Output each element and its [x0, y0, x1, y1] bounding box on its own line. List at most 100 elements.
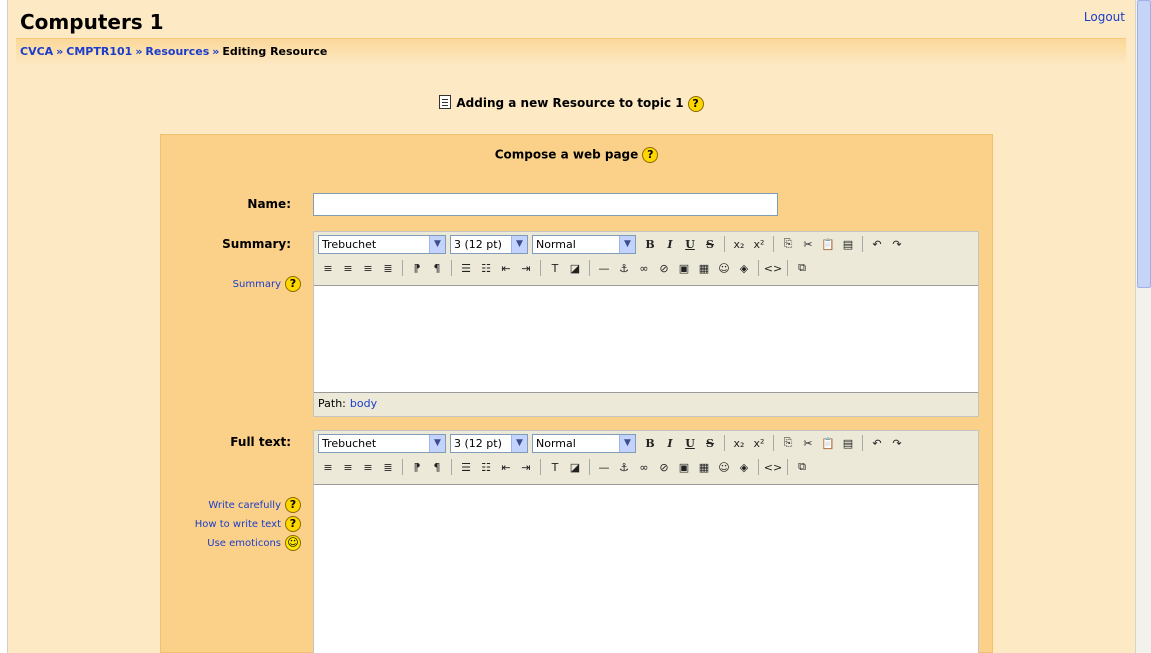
unordered-list-icon[interactable]: ☷: [476, 258, 496, 278]
table-icon[interactable]: ▦: [694, 457, 714, 477]
html-source-icon[interactable]: <>: [763, 457, 783, 477]
bold-icon[interactable]: B: [640, 433, 660, 453]
breadcrumb-cvca[interactable]: CVCA: [20, 45, 53, 58]
size-select[interactable]: 3 (12 pt) ▼: [450, 433, 528, 453]
site-title: Computers 1: [20, 10, 164, 34]
help-icon[interactable]: ?: [285, 516, 301, 532]
how-to-write-link[interactable]: How to write text: [195, 519, 281, 530]
redo-icon[interactable]: ↷: [887, 433, 907, 453]
redo-icon[interactable]: ↷: [887, 234, 907, 254]
write-carefully-link[interactable]: Write carefully: [208, 500, 281, 511]
name-input[interactable]: [313, 193, 778, 216]
ltr-icon[interactable]: ⁋: [407, 457, 427, 477]
paste-icon[interactable]: 📋: [818, 234, 838, 254]
html-source-icon[interactable]: <>: [763, 258, 783, 278]
align-center-icon[interactable]: ≡: [338, 258, 358, 278]
superscript-icon[interactable]: x²: [749, 234, 769, 254]
summary-help-link[interactable]: Summary: [233, 279, 281, 290]
rtl-icon[interactable]: ¶: [427, 258, 447, 278]
cut-icon[interactable]: ✂: [798, 433, 818, 453]
size-select-value: 3 (12 pt): [454, 237, 502, 251]
toolbar-divider: [787, 260, 788, 276]
anchor-icon[interactable]: ⚓: [614, 457, 634, 477]
background-color-icon[interactable]: ◪: [565, 457, 585, 477]
help-icon[interactable]: ?: [285, 276, 301, 292]
size-select[interactable]: 3 (12 pt) ▼: [450, 234, 528, 254]
image-icon[interactable]: ▣: [674, 258, 694, 278]
help-icon[interactable]: ?: [285, 497, 301, 513]
strikethrough-icon[interactable]: S: [700, 234, 720, 254]
undo-icon[interactable]: ↶: [867, 433, 887, 453]
fullscreen-icon[interactable]: ⧉: [792, 258, 812, 278]
superscript-icon[interactable]: x²: [749, 433, 769, 453]
vertical-scrollbar[interactable]: [1135, 0, 1151, 653]
underline-icon[interactable]: U: [680, 433, 700, 453]
summary-edit-area[interactable]: [314, 285, 978, 393]
anchor-icon[interactable]: ⚓: [614, 258, 634, 278]
bold-icon[interactable]: B: [640, 234, 660, 254]
breadcrumb-course[interactable]: CMPTR101: [66, 45, 132, 58]
paste-icon[interactable]: 📋: [818, 433, 838, 453]
unlink-icon[interactable]: ⊘: [654, 258, 674, 278]
subscript-icon[interactable]: x₂: [729, 234, 749, 254]
breadcrumb-resources[interactable]: Resources: [145, 45, 209, 58]
smiley-icon[interactable]: ☺: [285, 535, 301, 551]
page-body: Computers 1 Logout CVCA» CMPTR101» Resourc…: [8, 0, 1135, 653]
align-left-icon[interactable]: ≡: [318, 457, 338, 477]
italic-icon[interactable]: I: [660, 234, 680, 254]
strikethrough-icon[interactable]: S: [700, 433, 720, 453]
align-center-icon[interactable]: ≡: [338, 457, 358, 477]
smiley-icon[interactable]: ☺: [714, 258, 734, 278]
background-color-icon[interactable]: ◪: [565, 258, 585, 278]
fullscreen-icon[interactable]: ⧉: [792, 457, 812, 477]
indent-icon[interactable]: ⇥: [516, 457, 536, 477]
copy-icon[interactable]: ⎘: [778, 433, 798, 453]
style-select[interactable]: Normal ▼: [532, 234, 636, 254]
outdent-icon[interactable]: ⇤: [496, 457, 516, 477]
undo-icon[interactable]: ↶: [867, 234, 887, 254]
subscript-icon[interactable]: x₂: [729, 433, 749, 453]
style-select[interactable]: Normal ▼: [532, 433, 636, 453]
special-char-icon[interactable]: ◈: [734, 258, 754, 278]
toolbar-divider: [724, 236, 725, 252]
text-color-icon[interactable]: T: [545, 258, 565, 278]
help-icon[interactable]: ?: [687, 95, 704, 112]
link-icon[interactable]: ∞: [634, 258, 654, 278]
scrollbar-thumb[interactable]: [1137, 0, 1151, 288]
path-value[interactable]: body: [350, 397, 377, 410]
text-color-icon[interactable]: T: [545, 457, 565, 477]
justify-icon[interactable]: ≣: [378, 258, 398, 278]
link-icon[interactable]: ∞: [634, 457, 654, 477]
unordered-list-icon[interactable]: ☷: [476, 457, 496, 477]
horizontal-rule-icon[interactable]: —: [594, 258, 614, 278]
fulltext-edit-area[interactable]: [314, 484, 978, 653]
align-right-icon[interactable]: ≡: [358, 457, 378, 477]
help-icon[interactable]: ?: [642, 147, 659, 163]
align-left-icon[interactable]: ≡: [318, 258, 338, 278]
form-title-text: Compose a web page: [494, 147, 639, 162]
copy-icon[interactable]: ⎘: [778, 234, 798, 254]
justify-icon[interactable]: ≣: [378, 457, 398, 477]
align-right-icon[interactable]: ≡: [358, 258, 378, 278]
outdent-icon[interactable]: ⇤: [496, 258, 516, 278]
cut-icon[interactable]: ✂: [798, 234, 818, 254]
font-select[interactable]: Trebuchet ▼: [318, 234, 446, 254]
ordered-list-icon[interactable]: ☰: [456, 258, 476, 278]
ordered-list-icon[interactable]: ☰: [456, 457, 476, 477]
clean-word-icon[interactable]: ▤: [838, 433, 858, 453]
clean-word-icon[interactable]: ▤: [838, 234, 858, 254]
table-icon[interactable]: ▦: [694, 258, 714, 278]
font-select[interactable]: Trebuchet ▼: [318, 433, 446, 453]
use-emoticons-link[interactable]: Use emoticons: [207, 538, 281, 549]
image-icon[interactable]: ▣: [674, 457, 694, 477]
ltr-icon[interactable]: ⁋: [407, 258, 427, 278]
special-char-icon[interactable]: ◈: [734, 457, 754, 477]
smiley-icon[interactable]: ☺: [714, 457, 734, 477]
horizontal-rule-icon[interactable]: —: [594, 457, 614, 477]
indent-icon[interactable]: ⇥: [516, 258, 536, 278]
underline-icon[interactable]: U: [680, 234, 700, 254]
rtl-icon[interactable]: ¶: [427, 457, 447, 477]
unlink-icon[interactable]: ⊘: [654, 457, 674, 477]
italic-icon[interactable]: I: [660, 433, 680, 453]
logout-link[interactable]: Logout: [1084, 10, 1125, 24]
